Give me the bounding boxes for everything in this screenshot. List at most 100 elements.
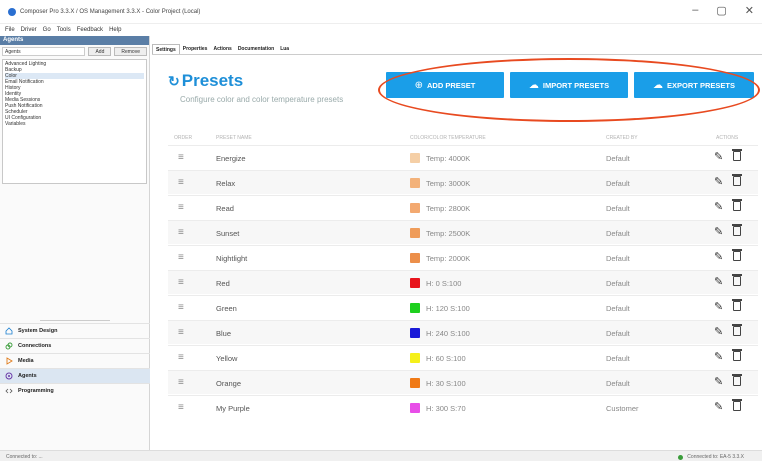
preset-name: Green [216, 304, 237, 313]
created-by: Default [606, 279, 630, 288]
menu-driver[interactable]: Driver [21, 27, 37, 33]
drag-handle-icon[interactable]: ≡ [178, 327, 184, 338]
table-row[interactable]: ≡ Blue H: 240 S:100 Default ✎ [168, 320, 758, 344]
agents-dropdown[interactable]: Agents [2, 47, 86, 56]
nav-item-label: Connections [18, 343, 52, 349]
preset-name: Nightlight [216, 254, 248, 263]
table-row[interactable]: ≡ Energize Temp: 4000K Default ✎ [168, 145, 758, 169]
table-row[interactable]: ≡ Read Temp: 2800K Default ✎ [168, 195, 758, 219]
color-value: Temp: 4000K [426, 154, 471, 163]
color-swatch [410, 378, 420, 388]
minimize-button[interactable]: – [692, 4, 698, 17]
menu-go[interactable]: Go [43, 27, 51, 33]
color-value: Temp: 2800K [426, 204, 471, 213]
trash-icon[interactable] [731, 224, 742, 236]
nav-item-connections[interactable]: Connections [0, 338, 150, 353]
table-row[interactable]: ≡ Orange H: 30 S:100 Default ✎ [168, 370, 758, 394]
agent-list-item[interactable]: Variables [5, 121, 144, 127]
pencil-icon[interactable]: ✎ [714, 225, 723, 238]
preset-name: Red [216, 279, 230, 288]
menu-help[interactable]: Help [109, 27, 121, 33]
nav-item-label: Agents [18, 373, 37, 379]
drag-handle-icon[interactable]: ≡ [178, 302, 184, 313]
code-icon [5, 387, 13, 395]
created-by: Default [606, 354, 630, 363]
preset-name: Blue [216, 329, 232, 338]
preset-name: Sunset [216, 229, 240, 238]
pencil-icon[interactable]: ✎ [714, 200, 723, 213]
maximize-button[interactable]: ▢ [716, 4, 726, 17]
table-row[interactable]: ≡ Relax Temp: 3000K Default ✎ [168, 170, 758, 194]
color-swatch [410, 278, 420, 288]
navigator-list: System Design Connections Media Agents Progr… [0, 320, 150, 398]
created-by: Default [606, 154, 630, 163]
table-row[interactable]: ≡ Sunset Temp: 2500K Default ✎ [168, 220, 758, 244]
table-row[interactable]: ≡ Red H: 0 S:100 Default ✎ [168, 270, 758, 294]
drag-handle-icon[interactable]: ≡ [178, 377, 184, 388]
agents-toolbar: Agents Add Remove [0, 45, 149, 58]
color-swatch [410, 403, 420, 413]
pencil-icon[interactable]: ✎ [714, 275, 723, 288]
drag-handle-icon[interactable]: ≡ [178, 152, 184, 163]
panel-splitter[interactable] [40, 320, 110, 321]
pencil-icon[interactable]: ✎ [714, 250, 723, 263]
pencil-icon[interactable]: ✎ [714, 400, 723, 413]
status-right: Connected to: EA-5 3.3.X [678, 454, 744, 460]
drag-handle-icon[interactable]: ≡ [178, 227, 184, 238]
nav-item-media[interactable]: Media [0, 353, 150, 368]
drag-handle-icon[interactable]: ≡ [178, 402, 184, 413]
drag-handle-icon[interactable]: ≡ [178, 352, 184, 363]
table-row[interactable]: ≡ Green H: 120 S:100 Default ✎ [168, 295, 758, 319]
menu-feedback[interactable]: Feedback [77, 27, 103, 33]
trash-icon[interactable] [731, 149, 742, 161]
created-by: Default [606, 179, 630, 188]
pencil-icon[interactable]: ✎ [714, 300, 723, 313]
trash-icon[interactable] [731, 249, 742, 261]
preset-name: Orange [216, 379, 242, 388]
nav-item-label: Media [18, 358, 34, 364]
trash-icon[interactable] [731, 324, 742, 336]
trash-icon[interactable] [731, 374, 742, 386]
preset-name: My Purple [216, 404, 250, 413]
created-by: Default [606, 204, 630, 213]
column-preset-name[interactable]: PRESET NAME [216, 135, 252, 141]
nav-item-programming[interactable]: Programming [0, 383, 150, 398]
drag-handle-icon[interactable]: ≡ [178, 252, 184, 263]
highlight-annotation [378, 58, 760, 122]
trash-icon[interactable] [731, 199, 742, 211]
remove-agent-button[interactable]: Remove [114, 47, 147, 56]
trash-icon[interactable] [731, 399, 742, 411]
trash-icon[interactable] [731, 174, 742, 186]
window-title: Composer Pro 3.3.X / OS Management 3.3.X… [20, 8, 201, 15]
page-title: ↻ Presets [168, 71, 243, 91]
close-button[interactable]: ✕ [745, 4, 754, 17]
connection-status-icon [678, 454, 684, 460]
menu-tools[interactable]: Tools [57, 27, 71, 33]
nav-item-agents[interactable]: Agents [0, 368, 150, 383]
pencil-icon[interactable]: ✎ [714, 375, 723, 388]
created-by: Customer [606, 404, 639, 413]
trash-icon[interactable] [731, 274, 742, 286]
trash-icon[interactable] [731, 299, 742, 311]
nav-item-system-design[interactable]: System Design [0, 323, 150, 338]
pencil-icon[interactable]: ✎ [714, 150, 723, 163]
drag-handle-icon[interactable]: ≡ [178, 277, 184, 288]
add-agent-button[interactable]: Add [88, 47, 112, 56]
status-bar: Connected to: ... Connected to: EA-5 3.3… [0, 450, 762, 461]
nav-item-label: System Design [18, 328, 58, 334]
trash-icon[interactable] [731, 349, 742, 361]
pencil-icon[interactable]: ✎ [714, 325, 723, 338]
menu-file[interactable]: File [5, 27, 15, 33]
column-color[interactable]: COLOR/COLOR TEMPERATURE [410, 135, 486, 141]
pencil-icon[interactable]: ✎ [714, 175, 723, 188]
column-order[interactable]: ORDER [174, 135, 192, 141]
column-created-by[interactable]: CREATED BY [606, 135, 638, 141]
table-row[interactable]: ≡ Nightlight Temp: 2000K Default ✎ [168, 245, 758, 269]
pencil-icon[interactable]: ✎ [714, 350, 723, 363]
link-icon [5, 342, 13, 350]
drag-handle-icon[interactable]: ≡ [178, 177, 184, 188]
table-row[interactable]: ≡ Yellow H: 60 S:100 Default ✎ [168, 345, 758, 369]
table-row[interactable]: ≡ My Purple H: 300 S:70 Customer ✎ [168, 395, 758, 419]
drag-handle-icon[interactable]: ≡ [178, 202, 184, 213]
color-swatch [410, 253, 420, 263]
